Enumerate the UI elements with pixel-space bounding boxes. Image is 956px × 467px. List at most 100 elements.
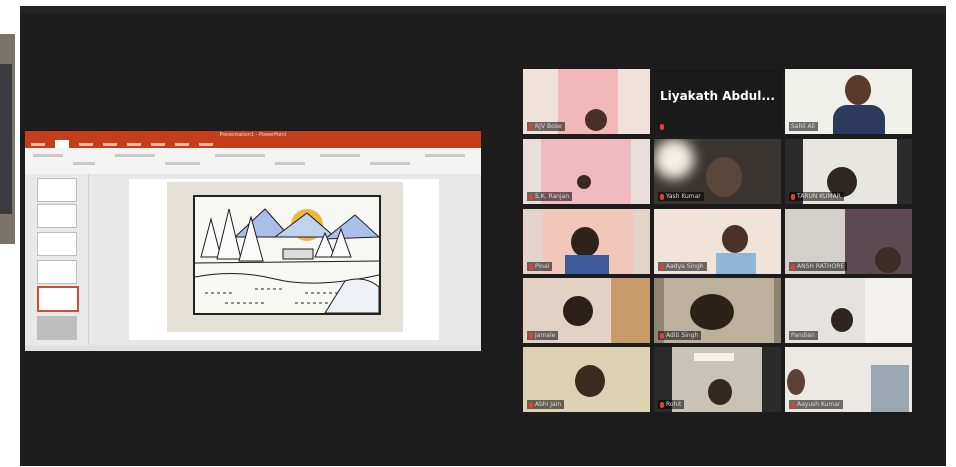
ppt-tab[interactable] (175, 143, 189, 146)
second-window-content (0, 64, 12, 214)
participant-tile[interactable]: ANSH RATHORE (785, 209, 912, 274)
participant-name: Pandian (791, 332, 815, 339)
participant-name: Sahil Ali (791, 123, 815, 130)
mic-muted-icon (529, 123, 533, 130)
participant-tile[interactable]: Abhi Jain (523, 347, 650, 412)
participant-name-tag: Rohit (658, 400, 685, 409)
mic-muted-icon (791, 401, 795, 408)
participant-name: Pinal (535, 263, 550, 270)
slide-thumbnail-selected[interactable] (37, 286, 79, 312)
participant-tile[interactable]: Pandian (785, 278, 912, 343)
lamp-glare (654, 139, 694, 179)
participant-name: Jamale (535, 332, 556, 339)
current-slide[interactable] (129, 179, 439, 340)
participant-head (706, 157, 742, 197)
mic-muted-icon (791, 263, 795, 270)
participant-tile[interactable]: S.K. Ranjan (523, 139, 650, 204)
mic-muted-icon (660, 263, 664, 270)
participant-head (708, 379, 732, 405)
slide-thumbnail-pane (25, 174, 89, 345)
window-light (865, 278, 912, 343)
ribbon-control (425, 154, 465, 157)
participant-tile-active-speaker[interactable]: Sahil Ali (785, 69, 912, 134)
participant-head (875, 247, 901, 273)
mic-muted-icon (660, 332, 664, 339)
participant-name: RJV Bose (535, 123, 562, 130)
participant-tile[interactable]: Rohit (654, 347, 781, 412)
participant-name-tag: Aditi Singh (658, 331, 702, 340)
participant-tile[interactable]: Aayush Kumar (785, 347, 912, 412)
ppt-tab[interactable] (79, 143, 93, 146)
slide-thumbnail[interactable] (37, 260, 77, 284)
ppt-tab[interactable] (151, 143, 165, 146)
ppt-ribbon-tabs (25, 140, 481, 148)
participant-name: Aditi Singh (666, 332, 699, 339)
participant-name: Yash Kumar (666, 193, 701, 200)
participant-tile[interactable]: Yash Kumar (654, 139, 781, 204)
mic-muted-icon (529, 263, 533, 270)
slide-editing-area (89, 174, 481, 345)
participant-name-tag: Pinal (527, 262, 553, 271)
ribbon-control (165, 162, 200, 165)
participant-tile[interactable]: Jamale (523, 278, 650, 343)
second-window-thumbnail[interactable] (0, 34, 15, 244)
slide-thumbnail[interactable] (37, 232, 77, 256)
participant-head (845, 75, 871, 105)
participant-shoulders (833, 105, 885, 134)
ribbon-control (370, 162, 410, 165)
ppt-tab[interactable] (199, 143, 213, 146)
slide-photo (167, 182, 403, 332)
landscape-drawing (193, 195, 381, 315)
ceiling-light (694, 353, 734, 361)
participant-shirt (565, 255, 609, 274)
ribbon-control (115, 154, 155, 157)
slide-thumbnail[interactable] (37, 316, 77, 340)
participant-tile[interactable]: RJV Bose (523, 69, 650, 134)
participant-name-tag: Jamale (527, 331, 559, 340)
participant-tile[interactable]: TARUN KUMAR (785, 139, 912, 204)
participant-name-tag: ANSH RATHORE (789, 262, 848, 271)
mic-muted-icon (529, 332, 533, 339)
landscape-drawing-art (195, 197, 379, 313)
shared-screen-powerpoint[interactable]: Presentation1 - PowerPoint (25, 131, 481, 351)
mic-muted-icon (791, 193, 795, 200)
ribbon-control (73, 162, 95, 165)
ppt-tab[interactable] (31, 143, 45, 146)
ribbon-control (320, 154, 360, 157)
window-top-strip (20, 6, 946, 14)
participant-head (563, 296, 593, 326)
ppt-status-bar (25, 345, 481, 351)
ppt-tab[interactable] (127, 143, 141, 146)
participant-name: Aadya Singh (666, 263, 704, 270)
participant-name: S.K. Ranjan (535, 193, 570, 200)
participant-name: ANSH RATHORE (797, 263, 845, 270)
participant-name-large: Liyakath Abdul... (659, 89, 775, 103)
participant-name-tag (658, 122, 667, 131)
participant-head (585, 109, 607, 131)
mic-muted-icon (660, 401, 664, 408)
ribbon-control (275, 162, 305, 165)
ppt-ribbon (25, 148, 481, 175)
mic-muted-icon (660, 123, 664, 130)
slide-thumbnail[interactable] (37, 204, 77, 228)
slide-thumbnail[interactable] (37, 178, 77, 202)
participant-name-tag: S.K. Ranjan (527, 192, 573, 201)
ppt-tab[interactable] (103, 143, 117, 146)
participant-name-tag: TARUN KUMAR (789, 192, 844, 201)
ppt-tab-active[interactable] (55, 140, 69, 148)
cupboard (611, 278, 650, 343)
participant-head (577, 175, 591, 189)
ppt-window-title: Presentation1 - PowerPoint (25, 131, 481, 140)
participant-name: Abhi Jain (535, 401, 562, 408)
participant-shirt (716, 253, 756, 274)
ribbon-control (215, 154, 265, 157)
participant-name-tag: Aayush Kumar (789, 400, 844, 409)
participant-tile[interactable]: Aditi Singh (654, 278, 781, 343)
participant-head (571, 227, 599, 257)
participant-tile[interactable]: Aadya Singh (654, 209, 781, 274)
participant-name-tag: Sahil Ali (789, 122, 818, 131)
mic-muted-icon (529, 193, 533, 200)
participant-tile[interactable]: Liyakath Abdul... (654, 69, 781, 134)
participant-name: Rohit (666, 401, 682, 408)
participant-tile[interactable]: Pinal (523, 209, 650, 274)
